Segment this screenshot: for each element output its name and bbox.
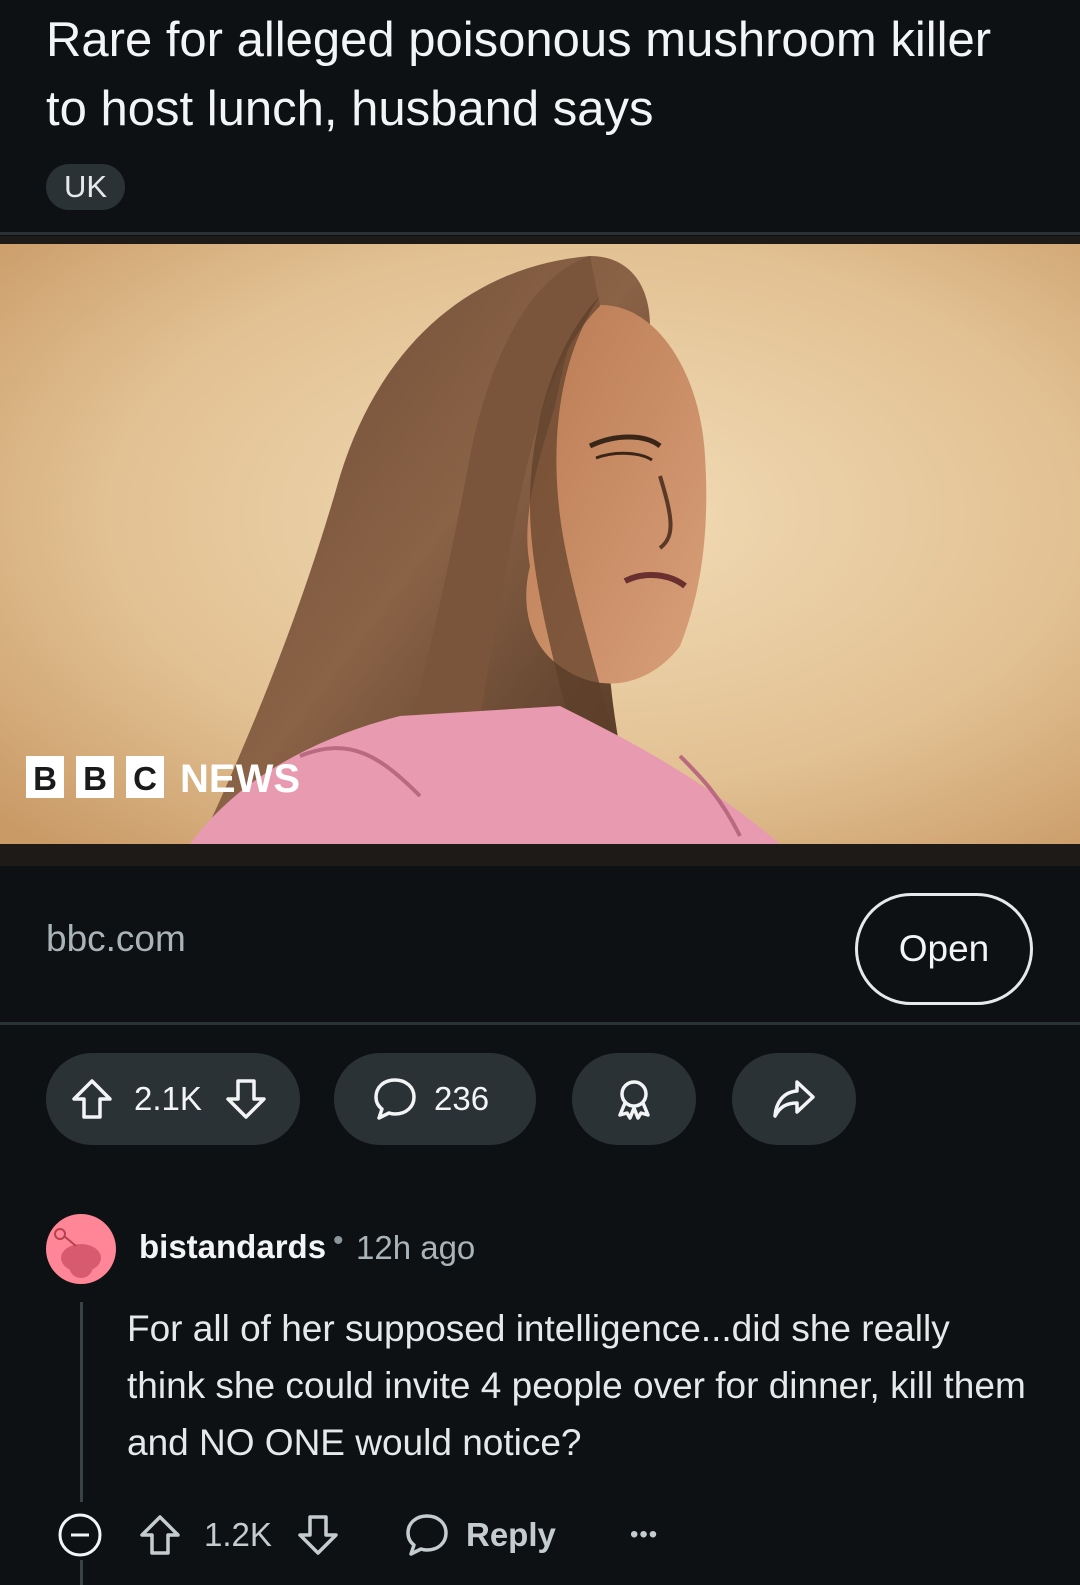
speech-bubble-icon	[372, 1076, 418, 1122]
link-domain[interactable]: bbc.com	[46, 918, 186, 960]
divider-bottom	[0, 1022, 1080, 1025]
downvote-arrow-icon[interactable]	[224, 1077, 268, 1121]
post-vote-count: 2.1K	[134, 1080, 202, 1117]
vote-pill: 2.1K	[46, 1053, 300, 1145]
comment-vote-count: 1.2K	[204, 1516, 272, 1553]
comment-timestamp: 12h ago	[356, 1229, 476, 1266]
post-flair[interactable]: UK	[46, 164, 126, 210]
logo-letter-b2: B	[83, 760, 107, 797]
downvote-arrow-icon[interactable]	[296, 1513, 340, 1557]
reply-button[interactable]: Reply	[404, 1505, 556, 1565]
divider-top	[0, 232, 1080, 235]
avatar[interactable]	[46, 1214, 116, 1284]
logo-letter-b1: B	[33, 760, 57, 797]
courtroom-sketch-illustration: B B C NEWS	[0, 244, 1080, 844]
comment-count: 236	[434, 1080, 490, 1117]
collapse-button[interactable]	[56, 1505, 104, 1565]
post-page: Rare for alleged poisonous mushroom kill…	[0, 0, 1080, 1585]
thread-line[interactable]	[80, 1302, 83, 1502]
comments-button[interactable]: 236	[334, 1053, 536, 1145]
upvote-arrow-icon[interactable]	[70, 1077, 114, 1121]
logo-letter-c: C	[133, 760, 157, 797]
comment-vote-group: 1.2K	[138, 1505, 340, 1565]
comment-username[interactable]: bistandards	[139, 1228, 326, 1266]
open-link-button[interactable]: Open	[855, 893, 1033, 1005]
speech-bubble-icon	[404, 1512, 450, 1558]
post-image[interactable]: B B C NEWS	[0, 236, 1080, 866]
comment-body: For all of her supposed intelligence...d…	[127, 1308, 1026, 1463]
thread-line-continued	[80, 1560, 83, 1585]
logo-word-news: NEWS	[180, 757, 300, 801]
reply-label: Reply	[466, 1516, 556, 1553]
more-options-button[interactable]: •••	[630, 1505, 658, 1565]
snoo-avatar-icon	[54, 1228, 101, 1278]
share-arrow-icon	[771, 1076, 817, 1122]
post-title[interactable]: Rare for alleged poisonous mushroom kill…	[46, 6, 1036, 144]
upvote-arrow-icon[interactable]	[138, 1513, 182, 1557]
share-button[interactable]	[732, 1053, 856, 1145]
collapse-minus-icon	[56, 1511, 104, 1559]
meta-separator: •	[333, 1224, 344, 1257]
award-button[interactable]	[572, 1053, 696, 1145]
more-dots-icon: •••	[630, 1521, 659, 1548]
award-icon	[612, 1077, 656, 1121]
